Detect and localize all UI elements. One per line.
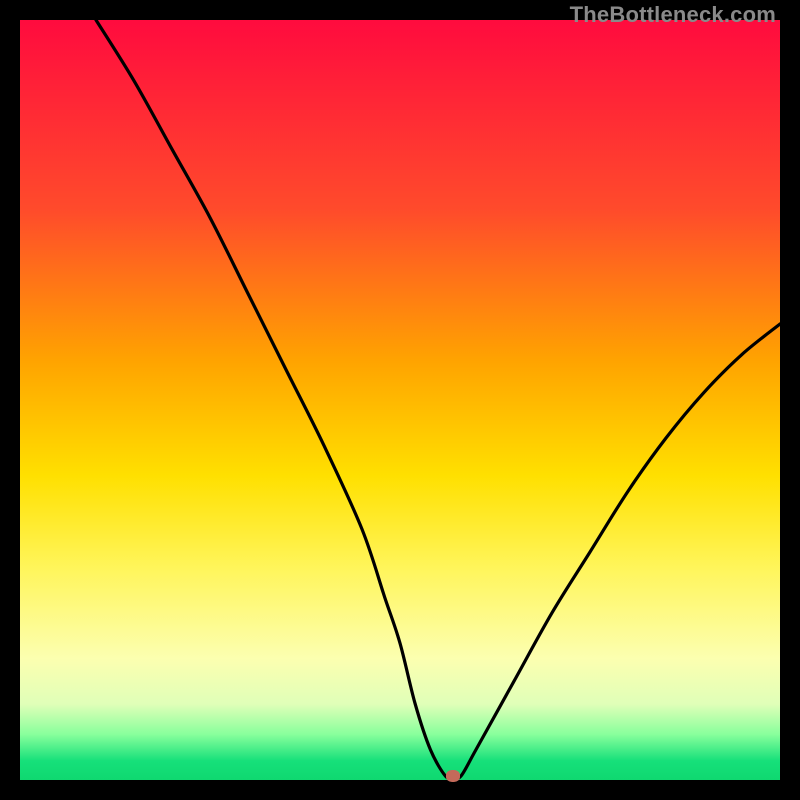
- bottleneck-curve: [20, 20, 780, 780]
- watermark-text: TheBottleneck.com: [570, 2, 776, 28]
- chart-frame: TheBottleneck.com: [0, 0, 800, 800]
- plot-area: [20, 20, 780, 780]
- optimal-point-marker: [446, 770, 460, 782]
